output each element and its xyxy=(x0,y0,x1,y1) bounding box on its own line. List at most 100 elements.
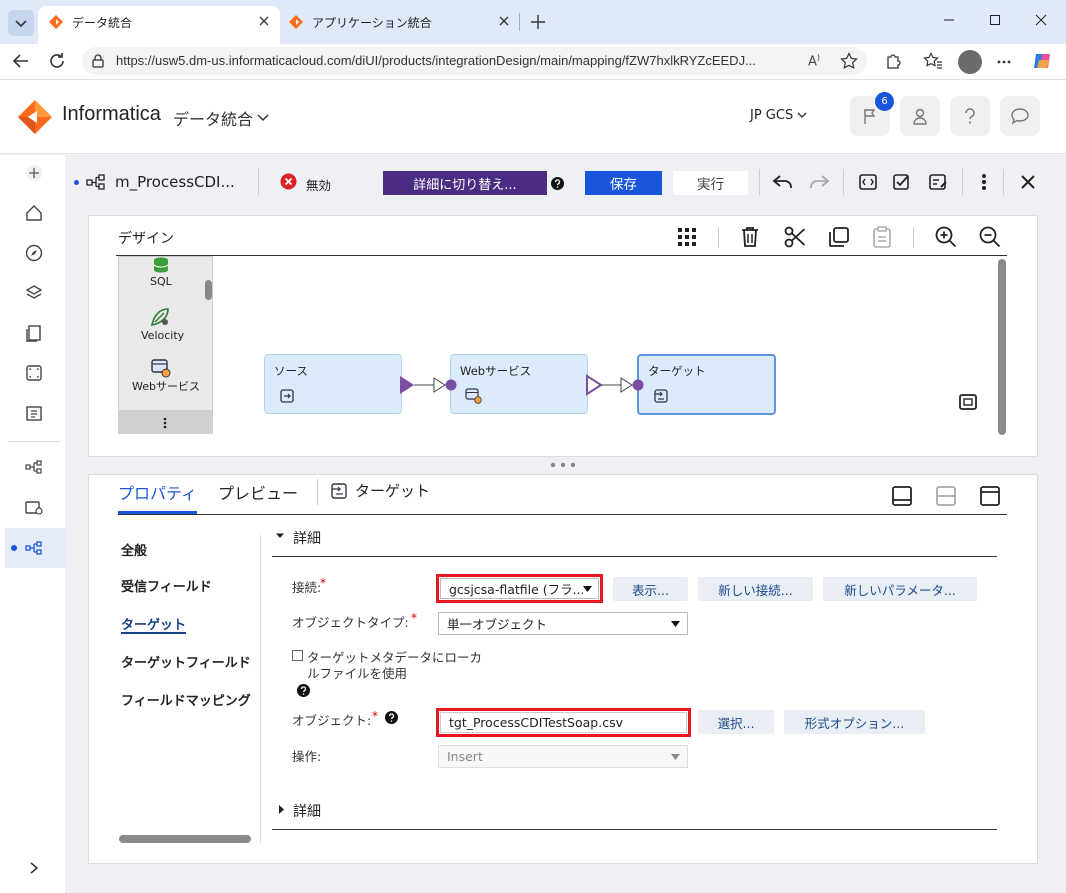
validate-icon[interactable] xyxy=(890,170,914,194)
help-circle-icon[interactable] xyxy=(297,684,310,697)
object-field[interactable]: tgt_ProcessCDITestSoap.csv xyxy=(440,712,687,733)
palette-scrollbar[interactable] xyxy=(205,280,212,300)
copilot-icon[interactable] xyxy=(1032,50,1054,72)
delete-icon[interactable] xyxy=(740,226,760,248)
object-type-select[interactable]: 単一オブジェクト xyxy=(438,612,688,635)
side-item-target[interactable]: ターゲット xyxy=(121,614,186,633)
favorites-icon[interactable] xyxy=(923,52,943,70)
chat-button[interactable] xyxy=(1000,96,1040,136)
maximize-panel-icon[interactable] xyxy=(979,485,1001,507)
properties-edit-icon[interactable] xyxy=(926,170,950,194)
new-parameter-button[interactable]: 新しいパラメータ... xyxy=(823,577,977,601)
panel-resize-handle[interactable] xyxy=(550,462,576,468)
dock-bottom-icon[interactable] xyxy=(891,485,913,507)
layers-icon[interactable] xyxy=(22,281,46,305)
help-circle-icon[interactable] xyxy=(551,177,564,190)
close-tab-icon[interactable] xyxy=(258,15,270,27)
favorite-star-icon[interactable] xyxy=(840,52,858,70)
side-item-incoming-fields[interactable]: 受信フィールド xyxy=(121,576,212,595)
user-profile-button[interactable] xyxy=(900,96,940,136)
maximize-icon[interactable] xyxy=(972,0,1018,40)
save-button[interactable]: 保存 xyxy=(585,171,662,195)
help-circle-icon[interactable] xyxy=(385,711,398,724)
tab-preview[interactable]: プレビュー xyxy=(218,480,298,504)
help-button[interactable] xyxy=(950,96,990,136)
lock-icon[interactable] xyxy=(92,54,104,68)
local-metadata-checkbox[interactable] xyxy=(292,650,303,661)
run-button[interactable]: 実行 xyxy=(673,171,748,195)
web-service-icon[interactable] xyxy=(150,358,172,378)
select-object-button[interactable]: 選択... xyxy=(698,710,774,734)
expand-nav-icon[interactable] xyxy=(22,856,46,880)
tab-properties[interactable]: プロパティ xyxy=(118,480,197,504)
switch-to-advanced-button[interactable]: 詳細に切り替え... xyxy=(383,171,547,195)
chevron-down-icon xyxy=(257,114,269,122)
close-icon[interactable] xyxy=(1016,170,1040,194)
parameters-icon[interactable] xyxy=(856,170,880,194)
side-scrollbar[interactable] xyxy=(119,835,251,843)
more-menu-icon[interactable] xyxy=(996,54,1012,70)
documents-icon[interactable] xyxy=(22,321,46,345)
grid-layout-icon[interactable] xyxy=(677,227,697,247)
toolbar-separator xyxy=(258,169,259,195)
side-item-general[interactable]: 全般 xyxy=(121,540,147,559)
zoom-in-icon[interactable] xyxy=(935,226,957,248)
undo-icon[interactable] xyxy=(771,170,795,194)
explore-compass-icon[interactable] xyxy=(22,241,46,265)
design-separator xyxy=(718,227,719,247)
extensions-icon[interactable] xyxy=(884,52,902,70)
mapping-icon[interactable] xyxy=(22,536,46,560)
side-item-target-fields[interactable]: ターゲットフィールド xyxy=(121,652,251,671)
operation-select[interactable]: Insert xyxy=(438,745,688,768)
format-options-button[interactable]: 形式オプション... xyxy=(784,710,925,734)
palette-item-label: Velocity xyxy=(141,329,185,342)
more-vertical-icon[interactable] xyxy=(972,170,996,194)
close-window-icon[interactable] xyxy=(1018,0,1064,40)
home-icon[interactable] xyxy=(22,201,46,225)
split-view-icon[interactable] xyxy=(935,485,957,507)
add-new-icon[interactable] xyxy=(22,161,46,185)
profile-avatar[interactable] xyxy=(958,50,982,74)
task-gear-icon[interactable] xyxy=(22,495,46,519)
product-switcher[interactable]: データ統合 xyxy=(173,106,269,130)
minimize-icon[interactable] xyxy=(926,0,972,40)
caret-right-icon[interactable] xyxy=(278,805,285,814)
refresh-icon[interactable] xyxy=(48,52,66,70)
back-arrow-icon[interactable] xyxy=(12,53,30,69)
monitor-frame-icon[interactable] xyxy=(22,361,46,385)
overview-toggle-icon[interactable] xyxy=(958,393,978,411)
tab-list-button[interactable] xyxy=(8,10,34,36)
new-tab-icon[interactable] xyxy=(530,14,546,30)
informatica-favicon-icon xyxy=(288,14,304,30)
velocity-icon[interactable] xyxy=(150,307,172,327)
chevron-down-icon xyxy=(15,20,27,28)
node-label: ソース xyxy=(274,364,308,378)
more-vertical-icon[interactable] xyxy=(163,417,167,429)
object-type-value: 単一オブジェクト xyxy=(447,617,548,632)
section-title-details[interactable]: 詳細 xyxy=(293,528,321,548)
copy-icon[interactable] xyxy=(828,226,850,248)
mapping-icon[interactable] xyxy=(22,455,46,479)
toolbar-separator xyxy=(962,169,963,195)
invalid-status-icon xyxy=(280,173,297,190)
dropdown-arrow-icon xyxy=(583,585,592,592)
org-switcher[interactable]: JP GCS xyxy=(750,108,807,123)
paste-icon[interactable] xyxy=(872,226,892,248)
mapping-name[interactable]: m_ProcessCDI... xyxy=(115,173,235,191)
canvas-scrollbar[interactable] xyxy=(998,259,1006,435)
sql-icon[interactable] xyxy=(151,257,171,273)
view-connection-button[interactable]: 表示... xyxy=(613,577,688,601)
tab-title: アプリケーション統合 xyxy=(312,16,432,30)
operation-value: Insert xyxy=(447,749,483,764)
zoom-out-icon[interactable] xyxy=(979,226,1001,248)
connection-select[interactable]: gcsjcsa-flatfile (フラ... xyxy=(440,578,599,599)
section-title-details[interactable]: 詳細 xyxy=(293,801,321,821)
new-connection-button[interactable]: 新しい接続... xyxy=(698,577,813,601)
caret-down-icon[interactable] xyxy=(276,532,284,540)
repository-icon[interactable] xyxy=(22,401,46,425)
read-aloud-icon[interactable]: A) xyxy=(808,53,820,69)
cut-scissors-icon[interactable] xyxy=(784,226,806,248)
close-tab-icon[interactable] xyxy=(498,15,510,27)
redo-icon[interactable] xyxy=(807,170,831,194)
side-item-field-mapping[interactable]: フィールドマッピング xyxy=(121,690,251,709)
